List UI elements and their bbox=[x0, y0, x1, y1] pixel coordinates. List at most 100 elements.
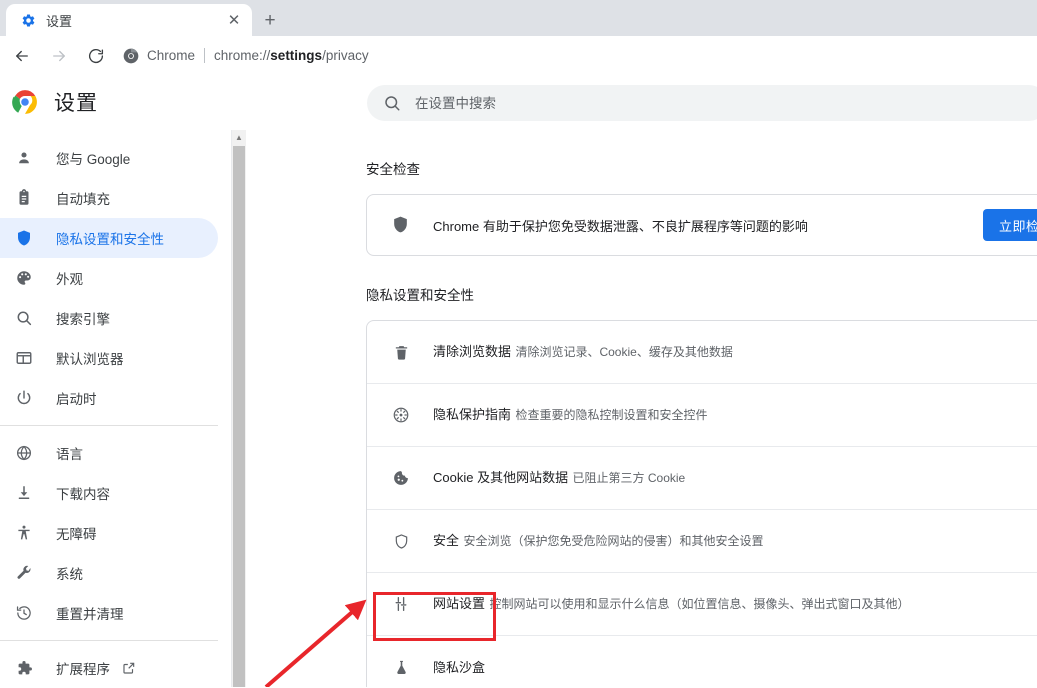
tune-icon bbox=[391, 594, 411, 614]
list-item-text: 清除浏览数据 清除浏览记录、Cookie、缓存及其他数据 bbox=[433, 343, 1037, 361]
search-icon bbox=[383, 94, 401, 112]
sidebar-item-on-startup[interactable]: 启动时 bbox=[0, 378, 218, 418]
list-item-subtitle: 安全浏览（保护您免受危险网站的侵害）和其他安全设置 bbox=[463, 534, 764, 548]
list-item-title: 隐私保护指南 bbox=[433, 407, 512, 422]
palette-icon bbox=[14, 268, 34, 288]
list-item-text: 网站设置 控制网站可以使用和显示什么信息（如位置信息、摄像头、弹出式窗口及其他） bbox=[433, 595, 1037, 613]
scroll-up-arrow-icon[interactable]: ▲ bbox=[232, 130, 246, 144]
sidebar-divider-1 bbox=[0, 425, 218, 426]
scrollbar-thumb[interactable] bbox=[233, 146, 245, 687]
list-item-privacy-guide[interactable]: 隐私保护指南 检查重要的隐私控制设置和安全控件 ▶ bbox=[367, 384, 1037, 447]
wrench-icon bbox=[14, 563, 34, 583]
tab-title: 设置 bbox=[46, 13, 73, 29]
sidebar-item-autofill[interactable]: 自动填充 bbox=[0, 178, 218, 218]
new-tab-button[interactable]: + bbox=[256, 6, 284, 34]
globe-icon bbox=[14, 443, 34, 463]
tab-settings[interactable]: 设置 ✕ bbox=[6, 4, 252, 36]
sidebar-item-extensions[interactable]: 扩展程序 bbox=[0, 648, 218, 688]
list-item-title: 隐私沙盒 bbox=[433, 659, 486, 675]
list-item-security[interactable]: 安全 安全浏览（保护您免受危险网站的侵害）和其他安全设置 ▶ bbox=[367, 510, 1037, 573]
privacy-settings-list: 清除浏览数据 清除浏览记录、Cookie、缓存及其他数据 ▶ 隐私保护指南 检查… bbox=[366, 320, 1037, 687]
close-icon[interactable]: ✕ bbox=[223, 9, 245, 31]
list-item-title: 安全 bbox=[433, 533, 460, 548]
power-icon bbox=[14, 388, 34, 408]
sidebar-item-search-engine[interactable]: 搜索引擎 bbox=[0, 298, 218, 338]
sidebar-item-label: 重置并清理 bbox=[56, 607, 124, 622]
settings-content: 安全检查 Chrome 有助于保护您免受数据泄露、不良扩展程序等问题的影响 立即… bbox=[246, 130, 1037, 687]
privacy-section-title: 隐私设置和安全性 bbox=[366, 288, 474, 303]
browser-window-icon bbox=[14, 348, 34, 368]
chrome-logo-icon bbox=[123, 48, 139, 64]
privacy-guide-icon bbox=[391, 405, 411, 425]
sidebar-item-downloads[interactable]: 下载内容 bbox=[0, 473, 218, 513]
list-item-text: Cookie 及其他网站数据 已阻止第三方 Cookie bbox=[433, 469, 1037, 487]
address-bar[interactable]: Chrome chrome://settings/privacy bbox=[123, 42, 1037, 70]
search-input[interactable] bbox=[415, 95, 1037, 111]
sidebar-item-label: 扩展程序 bbox=[56, 662, 110, 677]
list-item-clear-browsing-data[interactable]: 清除浏览数据 清除浏览记录、Cookie、缓存及其他数据 ▶ bbox=[367, 321, 1037, 384]
list-item-text: 隐私保护指南 检查重要的隐私控制设置和安全控件 bbox=[433, 406, 1037, 424]
sidebar-item-languages[interactable]: 语言 bbox=[0, 433, 218, 473]
sidebar-item-label: 自动填充 bbox=[56, 192, 110, 207]
list-item-subtitle: 控制网站可以使用和显示什么信息（如位置信息、摄像头、弹出式窗口及其他） bbox=[489, 597, 910, 611]
list-item-site-settings[interactable]: 网站设置 控制网站可以使用和显示什么信息（如位置信息、摄像头、弹出式窗口及其他）… bbox=[367, 573, 1037, 636]
download-icon bbox=[14, 483, 34, 503]
list-item-subtitle: 清除浏览记录、Cookie、缓存及其他数据 bbox=[515, 345, 733, 359]
sidebar-item-label: 语言 bbox=[56, 447, 83, 462]
safety-check-row: Chrome 有助于保护您免受数据泄露、不良扩展程序等问题的影响 立即检查 bbox=[367, 195, 1037, 255]
shield-outline-icon bbox=[391, 531, 411, 551]
flask-icon bbox=[391, 658, 411, 678]
sidebar-item-appearance[interactable]: 外观 bbox=[0, 258, 218, 298]
sidebar-item-label: 隐私设置和安全性 bbox=[56, 232, 164, 247]
forward-arrow-icon[interactable] bbox=[44, 41, 74, 71]
search-icon bbox=[14, 308, 34, 328]
check-now-button[interactable]: 立即检查 bbox=[982, 209, 1037, 241]
sidebar-item-system[interactable]: 系统 bbox=[0, 553, 218, 593]
gear-icon bbox=[20, 12, 36, 28]
list-item-subtitle: 检查重要的隐私控制设置和安全控件 bbox=[515, 408, 708, 422]
trash-icon bbox=[391, 342, 411, 362]
chrome-origin-chip: Chrome bbox=[123, 48, 195, 64]
sidebar-divider-2 bbox=[0, 640, 218, 641]
shield-filled-icon bbox=[391, 215, 411, 235]
puzzle-icon bbox=[14, 658, 34, 678]
origin-chip-label: Chrome bbox=[147, 48, 196, 63]
vertical-scrollbar[interactable]: ▲ bbox=[232, 130, 246, 687]
sidebar-item-label: 外观 bbox=[56, 272, 83, 287]
sidebar-item-privacy-and-security[interactable]: 隐私设置和安全性 bbox=[0, 218, 218, 258]
safety-check-description: Chrome 有助于保护您免受数据泄露、不良扩展程序等问题的影响 bbox=[433, 218, 808, 234]
accessibility-icon bbox=[14, 523, 34, 543]
page-title: 设置 bbox=[54, 92, 98, 115]
list-item-text: 安全 安全浏览（保护您免受危险网站的侵害）和其他安全设置 bbox=[433, 532, 1037, 550]
browser-toolbar: Chrome chrome://settings/privacy bbox=[0, 36, 1037, 75]
sidebar-item-default-browser[interactable]: 默认浏览器 bbox=[0, 338, 218, 378]
sidebar-item-label: 系统 bbox=[56, 567, 83, 582]
sidebar-item-reset-and-cleanup[interactable]: 重置并清理 bbox=[0, 593, 218, 633]
settings-sidebar: 您与 Google 自动填充 隐私设置和安全性 外观 搜索引擎 默认浏览器 启动… bbox=[0, 130, 232, 687]
settings-body: 您与 Google 自动填充 隐私设置和安全性 外观 搜索引擎 默认浏览器 启动… bbox=[0, 130, 1037, 687]
reload-icon[interactable] bbox=[81, 41, 111, 71]
url-prefix: chrome:// bbox=[214, 48, 271, 63]
url-bold-segment: settings bbox=[270, 48, 323, 63]
list-item-title: 网站设置 bbox=[433, 596, 486, 611]
list-item-text: 隐私沙盒 bbox=[433, 659, 1037, 677]
sidebar-item-you-and-google[interactable]: 您与 Google bbox=[0, 138, 218, 178]
sidebar-item-label: 搜索引擎 bbox=[56, 312, 110, 327]
safety-check-section-title: 安全检查 bbox=[366, 162, 420, 177]
shield-icon bbox=[14, 228, 34, 248]
settings-search[interactable] bbox=[367, 85, 1037, 121]
chrome-logo-icon bbox=[12, 89, 38, 115]
back-arrow-icon[interactable] bbox=[7, 41, 37, 71]
cookie-icon bbox=[391, 468, 411, 488]
sidebar-item-accessibility[interactable]: 无障碍 bbox=[0, 513, 218, 553]
safety-check-card: Chrome 有助于保护您免受数据泄露、不良扩展程序等问题的影响 立即检查 bbox=[366, 194, 1037, 256]
external-link-icon bbox=[122, 661, 136, 675]
url-suffix: /privacy bbox=[322, 48, 369, 63]
list-item-title: 清除浏览数据 bbox=[433, 344, 512, 359]
list-item-cookies-and-site-data[interactable]: Cookie 及其他网站数据 已阻止第三方 Cookie ▶ bbox=[367, 447, 1037, 510]
sidebar-item-label: 无障碍 bbox=[56, 527, 97, 542]
clipboard-icon bbox=[14, 188, 34, 208]
list-item-privacy-sandbox[interactable]: 隐私沙盒 bbox=[367, 636, 1037, 687]
omnibox-url: chrome://settings/privacy bbox=[214, 48, 369, 63]
sidebar-item-label: 启动时 bbox=[56, 392, 97, 407]
